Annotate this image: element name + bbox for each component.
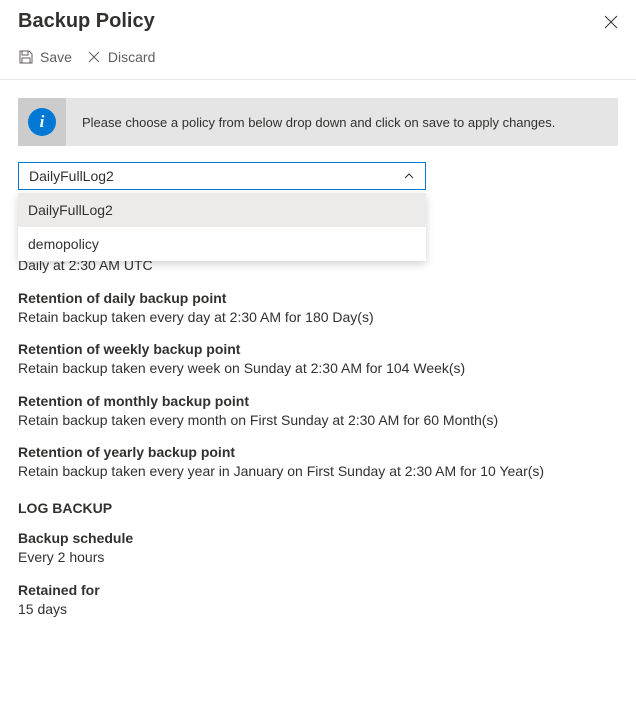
daily-retention-label: Retention of daily backup point [18, 290, 618, 306]
save-button[interactable]: Save [18, 49, 72, 65]
dropdown-option-demopolicy[interactable]: demopolicy [18, 227, 426, 261]
monthly-retention-label: Retention of monthly backup point [18, 393, 618, 409]
policy-details: Backup Frequency Daily at 2:30 AM UTC Re… [18, 238, 618, 619]
panel-title: Backup Policy [18, 10, 155, 33]
weekly-retention-section: Retention of weekly backup point Retain … [18, 341, 618, 379]
close-button[interactable] [600, 11, 622, 33]
yearly-retention-value: Retain backup taken every year in Januar… [18, 462, 618, 482]
close-icon [604, 15, 618, 29]
monthly-retention-section: Retention of monthly backup point Retain… [18, 393, 618, 431]
yearly-retention-section: Retention of yearly backup point Retain … [18, 444, 618, 482]
info-message: Please choose a policy from below drop d… [66, 115, 571, 130]
yearly-retention-label: Retention of yearly backup point [18, 444, 618, 460]
monthly-retention-value: Retain backup taken every month on First… [18, 411, 618, 431]
discard-label: Discard [108, 49, 155, 65]
chevron-up-icon [403, 170, 415, 182]
daily-retention-section: Retention of daily backup point Retain b… [18, 290, 618, 328]
log-backup-section: LOG BACKUP [18, 500, 618, 516]
retained-for-value: 15 days [18, 600, 618, 620]
panel-header: Backup Policy [0, 0, 636, 41]
save-icon [18, 49, 34, 65]
content-area: DailyFullLog2 DailyFullLog2 demopolicy B… [0, 162, 636, 619]
retained-for-section: Retained for 15 days [18, 582, 618, 620]
weekly-retention-value: Retain backup taken every week on Sunday… [18, 359, 618, 379]
discard-icon [86, 49, 102, 65]
weekly-retention-label: Retention of weekly backup point [18, 341, 618, 357]
discard-button[interactable]: Discard [86, 49, 155, 65]
backup-schedule-value: Every 2 hours [18, 548, 618, 568]
info-icon-container: i [18, 98, 66, 146]
daily-retention-value: Retain backup taken every day at 2:30 AM… [18, 308, 618, 328]
info-bar: i Please choose a policy from below drop… [18, 98, 618, 146]
policy-dropdown-list: DailyFullLog2 demopolicy [18, 193, 426, 261]
backup-schedule-section: Backup schedule Every 2 hours [18, 530, 618, 568]
policy-dropdown[interactable]: DailyFullLog2 [18, 162, 426, 190]
dropdown-selected-value: DailyFullLog2 [29, 168, 114, 184]
retained-for-label: Retained for [18, 582, 618, 598]
save-label: Save [40, 49, 72, 65]
log-backup-title: LOG BACKUP [18, 500, 618, 516]
dropdown-option-dailyfulllog2[interactable]: DailyFullLog2 [18, 193, 426, 227]
toolbar: Save Discard [0, 41, 636, 80]
backup-schedule-label: Backup schedule [18, 530, 618, 546]
info-icon: i [28, 108, 56, 136]
